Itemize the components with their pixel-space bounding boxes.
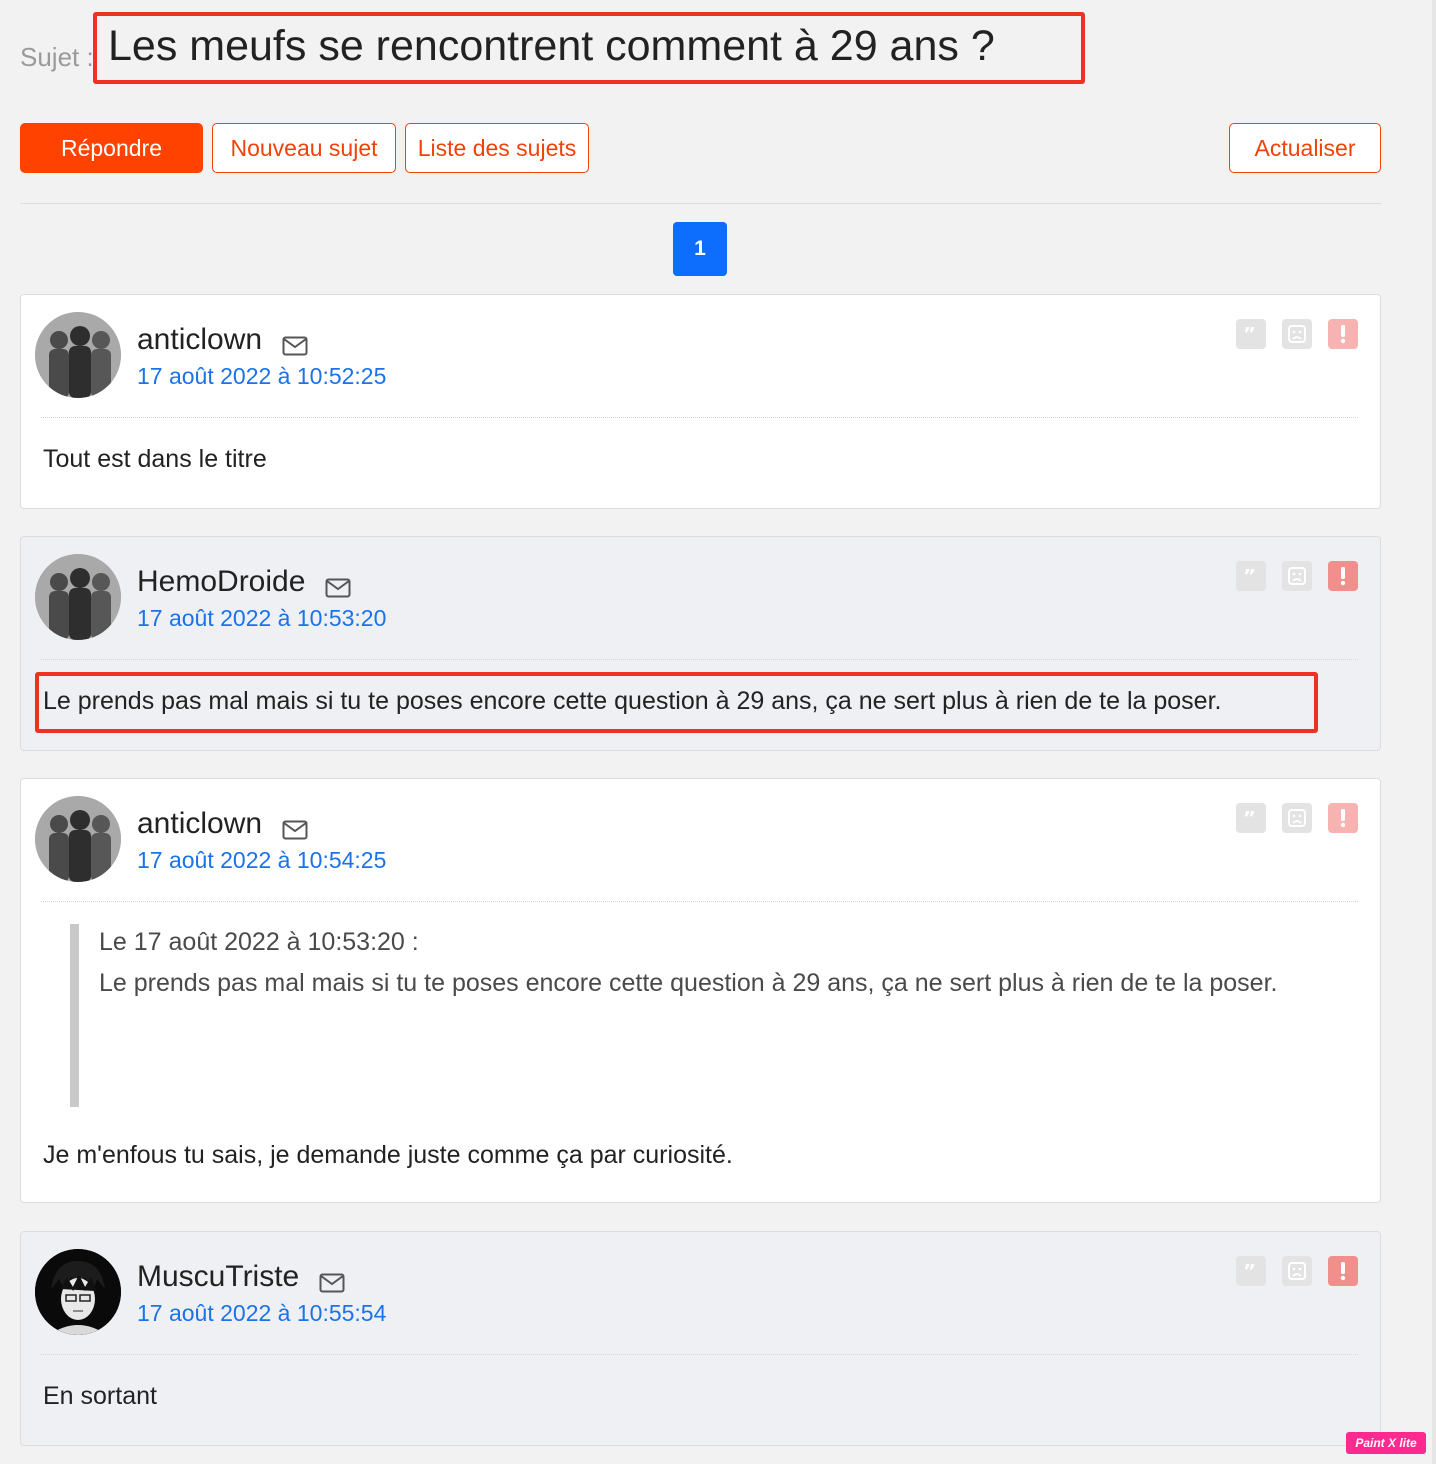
topic-toolbar: Répondre Nouveau sujet Liste des sujets … bbox=[20, 123, 1381, 173]
topic-header: Sujet : Les meufs se rencontrent comment… bbox=[20, 12, 1085, 88]
exclamation-icon[interactable] bbox=[1328, 319, 1358, 349]
post-date[interactable]: 17 août 2022 à 10:52:25 bbox=[137, 363, 386, 390]
post-actions: ” bbox=[1236, 1256, 1358, 1286]
exclamation-icon[interactable] bbox=[1328, 561, 1358, 591]
sad-face-icon[interactable] bbox=[1282, 803, 1312, 833]
reply-button[interactable]: Répondre bbox=[20, 123, 203, 173]
quote-text: Le prends pas mal mais si tu te poses en… bbox=[99, 969, 1278, 997]
avatar[interactable] bbox=[35, 1249, 121, 1335]
new-topic-button[interactable]: Nouveau sujet bbox=[212, 123, 396, 173]
mail-icon[interactable] bbox=[319, 1267, 345, 1293]
post-actions: ” bbox=[1236, 319, 1358, 349]
post-text: Tout est dans le titre bbox=[43, 445, 267, 473]
post-date[interactable]: 17 août 2022 à 10:53:20 bbox=[137, 605, 386, 632]
quote-header: Le 17 août 2022 à 10:53:20 : bbox=[99, 928, 419, 956]
post-divider bbox=[41, 1354, 1358, 1355]
post-date[interactable]: 17 août 2022 à 10:55:54 bbox=[137, 1300, 386, 1327]
avatar[interactable] bbox=[35, 312, 121, 398]
avatar[interactable] bbox=[35, 554, 121, 640]
post-author: MuscuTriste bbox=[137, 1260, 345, 1294]
topic-prefix: Sujet : bbox=[20, 41, 94, 72]
post: MuscuTriste 17 août 2022 à 10:55:54 ” En… bbox=[20, 1231, 1381, 1446]
post-text: Le prends pas mal mais si tu te poses en… bbox=[43, 687, 1222, 715]
post-date[interactable]: 17 août 2022 à 10:54:25 bbox=[137, 847, 386, 874]
quote-icon[interactable]: ” bbox=[1236, 561, 1266, 591]
svg-text:”: ” bbox=[1243, 1264, 1256, 1278]
page-1-button[interactable]: 1 bbox=[673, 222, 727, 276]
exclamation-icon[interactable] bbox=[1328, 1256, 1358, 1286]
post-author: anticlown bbox=[137, 323, 308, 357]
mail-icon[interactable] bbox=[325, 572, 351, 598]
blockquote: Le 17 août 2022 à 10:53:20 : Le prends p… bbox=[70, 924, 1340, 1107]
refresh-button[interactable]: Actualiser bbox=[1229, 123, 1381, 173]
mail-icon[interactable] bbox=[282, 330, 308, 356]
quote-icon[interactable]: ” bbox=[1236, 1256, 1266, 1286]
toolbar-divider bbox=[20, 203, 1381, 204]
author-name[interactable]: anticlown bbox=[137, 807, 262, 841]
svg-text:”: ” bbox=[1243, 569, 1256, 583]
avatar[interactable] bbox=[35, 796, 121, 882]
post-text: Je m'enfous tu sais, je demande juste co… bbox=[43, 1141, 733, 1169]
quote-icon[interactable]: ” bbox=[1236, 319, 1266, 349]
quote-icon[interactable]: ” bbox=[1236, 803, 1266, 833]
watermark-badge: Paint X lite bbox=[1346, 1432, 1426, 1454]
post-actions: ” bbox=[1236, 561, 1358, 591]
sad-face-icon[interactable] bbox=[1282, 561, 1312, 591]
author-name[interactable]: HemoDroide bbox=[137, 565, 305, 599]
right-sidebar-edge bbox=[1432, 0, 1436, 1464]
topic-list-button[interactable]: Liste des sujets bbox=[405, 123, 589, 173]
post-divider bbox=[41, 659, 1358, 660]
author-name[interactable]: anticlown bbox=[137, 323, 262, 357]
post-text: En sortant bbox=[43, 1382, 157, 1410]
topic-title: Les meufs se rencontrent comment à 29 an… bbox=[108, 22, 995, 70]
post-divider bbox=[41, 417, 1358, 418]
exclamation-icon[interactable] bbox=[1328, 803, 1358, 833]
mail-icon[interactable] bbox=[282, 814, 308, 840]
post-actions: ” bbox=[1236, 803, 1358, 833]
post: HemoDroide 17 août 2022 à 10:53:20 ” Le … bbox=[20, 536, 1381, 751]
svg-text:”: ” bbox=[1243, 811, 1256, 825]
post: anticlown 17 août 2022 à 10:54:25 ” Le 1… bbox=[20, 778, 1381, 1203]
sad-face-icon[interactable] bbox=[1282, 319, 1312, 349]
svg-text:”: ” bbox=[1243, 327, 1256, 341]
author-name[interactable]: MuscuTriste bbox=[137, 1260, 299, 1294]
post-author: HemoDroide bbox=[137, 565, 351, 599]
post-author: anticlown bbox=[137, 807, 308, 841]
post-divider bbox=[41, 901, 1358, 902]
post: anticlown 17 août 2022 à 10:52:25 ” Tout… bbox=[20, 294, 1381, 509]
sad-face-icon[interactable] bbox=[1282, 1256, 1312, 1286]
